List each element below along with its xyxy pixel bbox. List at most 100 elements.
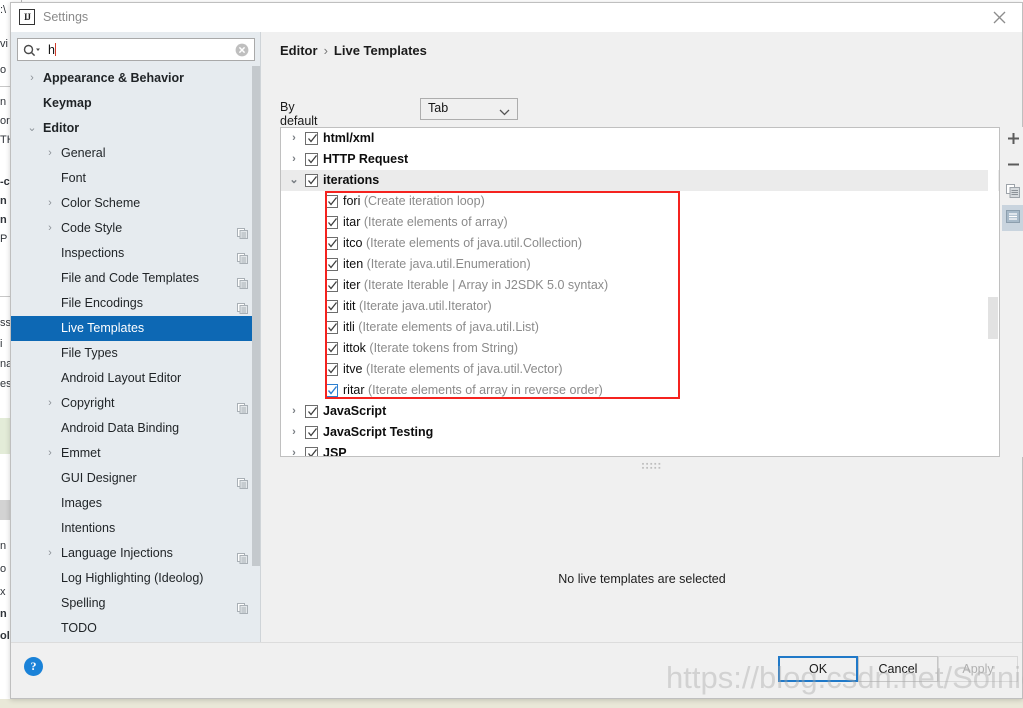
chevron-down-icon	[499, 105, 510, 119]
breadcrumb-root[interactable]: Editor	[280, 43, 318, 58]
template-abbreviation: itar	[343, 215, 361, 229]
add-template-button[interactable]	[1002, 127, 1023, 153]
panel-splitter[interactable]: ▪▪▪▪▪ ▪▪▪▪▪	[280, 461, 1023, 472]
templates-list[interactable]: › html/xml › HTTP Request ⌄ iterations fori (C…	[280, 127, 1000, 457]
sidebar-item-file-types[interactable]: File Types	[11, 341, 260, 366]
copy-icon[interactable]	[237, 273, 248, 289]
chevron-right-icon[interactable]: ›	[43, 191, 57, 216]
template-row[interactable]: itve (Iterate elements of java.util.Vect…	[281, 359, 999, 380]
chevron-right-icon[interactable]: ›	[288, 128, 300, 149]
sidebar-item-file-encodings[interactable]: File Encodings	[11, 291, 260, 316]
chevron-right-icon[interactable]: ›	[43, 141, 57, 166]
template-row[interactable]: iter (Iterate Iterable | Array in J2SDK …	[281, 275, 999, 296]
ok-button[interactable]: OK	[778, 656, 858, 682]
template-group-checkbox[interactable]	[305, 132, 318, 145]
template-row[interactable]: ritar (Iterate elements of array in reve…	[281, 380, 999, 401]
chevron-right-icon[interactable]: ›	[25, 66, 39, 91]
template-group-checkbox[interactable]	[305, 153, 318, 166]
sidebar-item-intentions[interactable]: Intentions	[11, 516, 260, 541]
copy-icon[interactable]	[237, 398, 248, 414]
sidebar-item-gui-designer[interactable]: GUI Designer	[11, 466, 260, 491]
chevron-right-icon[interactable]: ›	[43, 216, 57, 241]
template-checkbox[interactable]	[325, 384, 338, 397]
templates-scrollbar[interactable]	[988, 129, 998, 455]
template-checkbox[interactable]	[325, 363, 338, 376]
template-row[interactable]: ittok (Iterate tokens from String)	[281, 338, 999, 359]
template-group-checkbox[interactable]	[305, 405, 318, 418]
copy-icon[interactable]	[237, 298, 248, 314]
copy-icon[interactable]	[237, 248, 248, 264]
sidebar-scrollbar-thumb[interactable]	[252, 66, 260, 566]
chevron-right-icon[interactable]: ›	[288, 422, 300, 443]
chevron-right-icon[interactable]: ›	[288, 149, 300, 170]
template-group-row[interactable]: › HTTP Request	[281, 149, 999, 170]
template-group-row[interactable]: › JavaScript	[281, 401, 999, 422]
template-checkbox[interactable]	[325, 258, 338, 271]
clear-icon[interactable]	[235, 43, 249, 57]
duplicate-template-button[interactable]	[1002, 179, 1023, 205]
sidebar-item-color-scheme[interactable]: › Color Scheme	[11, 191, 260, 216]
sidebar-item-copyright[interactable]: › Copyright	[11, 391, 260, 416]
template-checkbox[interactable]	[325, 300, 338, 313]
sidebar-item-emmet[interactable]: › Emmet	[11, 441, 260, 466]
desktop-edge	[0, 699, 1023, 708]
sidebar-item-android-layout-editor[interactable]: Android Layout Editor	[11, 366, 260, 391]
template-group-row[interactable]: ⌄ iterations	[281, 170, 999, 191]
chevron-down-icon[interactable]: ⌄	[288, 170, 300, 191]
sidebar-item-file-and-code-templates[interactable]: File and Code Templates	[11, 266, 260, 291]
sidebar-item-appearance-behavior[interactable]: › Appearance & Behavior	[11, 66, 260, 91]
template-group-row[interactable]: › JavaScript Testing	[281, 422, 999, 443]
settings-tree[interactable]: › Appearance & Behavior Keymap ⌄ Editor › Gene…	[11, 66, 260, 643]
sidebar-item-images[interactable]: Images	[11, 491, 260, 516]
background-text-fragment: o	[0, 64, 7, 76]
sidebar-item-keymap[interactable]: Keymap	[11, 91, 260, 116]
template-group-row[interactable]: › html/xml	[281, 128, 999, 149]
template-checkbox[interactable]	[325, 195, 338, 208]
close-icon[interactable]	[976, 3, 1022, 31]
template-row[interactable]: itco (Iterate elements of java.util.Coll…	[281, 233, 999, 254]
template-group-checkbox[interactable]	[305, 426, 318, 439]
templates-scrollbar-thumb[interactable]	[988, 297, 998, 339]
sidebar-item-editor[interactable]: ⌄ Editor	[11, 116, 260, 141]
sidebar-item-language-injections[interactable]: › Language Injections	[11, 541, 260, 566]
remove-template-button[interactable]	[1002, 153, 1023, 179]
search-input[interactable]: h	[17, 38, 255, 61]
sidebar-item-live-templates[interactable]: Live Templates	[11, 316, 260, 341]
sidebar-item-log-highlighting-ideolog[interactable]: Log Highlighting (Ideolog)	[11, 566, 260, 591]
sidebar-item-android-data-binding[interactable]: Android Data Binding	[11, 416, 260, 441]
template-checkbox[interactable]	[325, 342, 338, 355]
chevron-down-icon[interactable]: ⌄	[25, 116, 39, 141]
copy-icon[interactable]	[237, 598, 248, 614]
sidebar-item-font[interactable]: Font	[11, 166, 260, 191]
template-row[interactable]: fori (Create iteration loop)	[281, 191, 999, 212]
template-row[interactable]: itli (Iterate elements of java.util.List…	[281, 317, 999, 338]
chevron-right-icon[interactable]: ›	[43, 391, 57, 416]
chevron-right-icon[interactable]: ›	[288, 443, 300, 456]
template-row[interactable]: itar (Iterate elements of array)	[281, 212, 999, 233]
sidebar-item-todo[interactable]: TODO	[11, 616, 260, 641]
template-row[interactable]: iten (Iterate java.util.Enumeration)	[281, 254, 999, 275]
copy-icon[interactable]	[237, 223, 248, 239]
template-checkbox[interactable]	[325, 279, 338, 292]
template-checkbox[interactable]	[325, 321, 338, 334]
template-group-checkbox[interactable]	[305, 447, 318, 456]
sidebar-item-inspections[interactable]: Inspections	[11, 241, 260, 266]
cancel-button[interactable]: Cancel	[858, 656, 938, 682]
chevron-right-icon[interactable]: ›	[288, 401, 300, 422]
template-checkbox[interactable]	[325, 237, 338, 250]
help-button[interactable]: ?	[24, 657, 43, 676]
expand-with-select[interactable]: Tab	[420, 98, 518, 120]
copy-icon[interactable]	[237, 548, 248, 564]
copy-icon[interactable]	[237, 473, 248, 489]
chevron-right-icon[interactable]: ›	[43, 441, 57, 466]
template-checkbox[interactable]	[325, 216, 338, 229]
template-group-row[interactable]: › JSP	[281, 443, 999, 456]
template-options-button[interactable]	[1002, 205, 1023, 231]
chevron-right-icon[interactable]: ›	[43, 541, 57, 566]
template-group-checkbox[interactable]	[305, 174, 318, 187]
template-row[interactable]: itit (Iterate java.util.Iterator)	[281, 296, 999, 317]
sidebar-item-general[interactable]: › General	[11, 141, 260, 166]
sidebar-scrollbar[interactable]	[252, 66, 260, 643]
sidebar-item-spelling[interactable]: Spelling	[11, 591, 260, 616]
sidebar-item-code-style[interactable]: › Code Style	[11, 216, 260, 241]
